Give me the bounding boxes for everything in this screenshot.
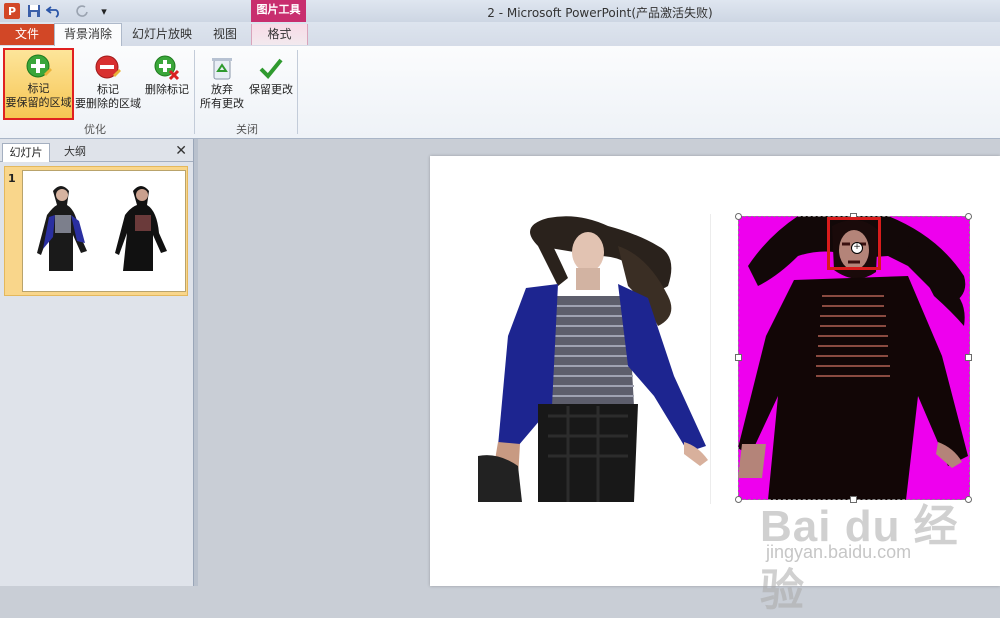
delete-mark-icon	[154, 55, 180, 81]
ribbon: 标记 要保留的区域 标记 要删除的区域 删除标记 优化 放弃 所有更改 保留更改…	[0, 46, 1000, 139]
delete-mark-label: 删除标记	[145, 83, 189, 96]
close-icon[interactable]: ✕	[175, 143, 187, 159]
tab-slides[interactable]: 幻灯片	[2, 143, 50, 162]
mark-areas-to-keep-button[interactable]: 标记 要保留的区域	[3, 48, 74, 120]
picture-tools-context-header: 图片工具	[251, 0, 306, 22]
thumb-photo-right	[115, 186, 167, 271]
discard-all-changes-button[interactable]: 放弃 所有更改	[198, 49, 246, 111]
keep-changes-button[interactable]: 保留更改	[246, 49, 296, 97]
redo-icon[interactable]	[74, 3, 90, 19]
save-icon[interactable]	[26, 3, 42, 19]
mark-keep-label-1: 标记	[27, 82, 50, 95]
resize-handle-bottom-left[interactable]	[735, 496, 742, 503]
slide-thumbnail-preview	[22, 170, 186, 292]
keep-changes-label: 保留更改	[249, 83, 293, 96]
tab-background-removal[interactable]: 背景消除	[54, 23, 122, 47]
mark-remove-label-2: 要删除的区域	[75, 97, 141, 110]
customize-quick-access-icon[interactable]: ▾	[96, 3, 112, 19]
mark-remove-label-1: 标记	[97, 83, 119, 96]
tab-outline[interactable]: 大纲	[52, 143, 98, 161]
checkmark-icon	[258, 55, 284, 81]
resize-handle-top-right[interactable]	[965, 213, 972, 220]
resize-handle-top-left[interactable]	[735, 213, 742, 220]
tab-file[interactable]: 文件	[0, 24, 54, 45]
slides-panel: 幻灯片 大纲 ✕ 1	[0, 139, 194, 586]
title-bar: P ▾ 图片工具 2 - Microsoft PowerPoint(产品激活失败…	[0, 0, 1000, 22]
plus-pencil-icon	[26, 54, 52, 80]
mark-areas-to-remove-button[interactable]: 标记 要删除的区域	[74, 49, 142, 111]
thumb-photo-left	[37, 186, 87, 271]
window-title: 2 - Microsoft PowerPoint(产品激活失败)	[487, 6, 713, 20]
minus-pencil-icon	[95, 55, 121, 81]
discard-label-2: 所有更改	[200, 97, 244, 110]
group-label-refine: 优化	[84, 123, 106, 136]
recycle-bin-icon	[209, 55, 235, 81]
panel-tabs: 幻灯片 大纲 ✕	[0, 141, 193, 162]
group-separator	[194, 50, 195, 134]
tab-slideshow[interactable]: 幻灯片放映	[123, 24, 201, 45]
alignment-guide	[710, 214, 711, 504]
tab-format[interactable]: 格式	[251, 24, 308, 45]
slide-number: 1	[8, 172, 16, 185]
resize-handle-right[interactable]	[965, 354, 972, 361]
ribbon-tabs: 文件 背景消除 幻灯片放映 视图 格式	[0, 22, 1000, 47]
resize-handle-left[interactable]	[735, 354, 742, 361]
plus-marker-icon: +	[851, 242, 863, 254]
powerpoint-app-icon[interactable]: P	[4, 3, 20, 19]
delete-mark-button[interactable]: 删除标记	[142, 49, 192, 97]
discard-label-1: 放弃	[211, 83, 233, 96]
undo-icon[interactable]	[46, 3, 62, 19]
resize-handle-bottom[interactable]	[850, 496, 857, 503]
resize-handle-bottom-right[interactable]	[965, 496, 972, 503]
tab-view[interactable]: 视图	[202, 24, 248, 45]
group-separator	[297, 50, 298, 134]
group-label-close: 关闭	[236, 123, 258, 136]
slide-thumbnail[interactable]	[4, 166, 188, 296]
panel-splitter[interactable]	[194, 139, 198, 586]
mark-keep-label-2: 要保留的区域	[5, 96, 72, 109]
original-photo[interactable]	[478, 216, 712, 502]
